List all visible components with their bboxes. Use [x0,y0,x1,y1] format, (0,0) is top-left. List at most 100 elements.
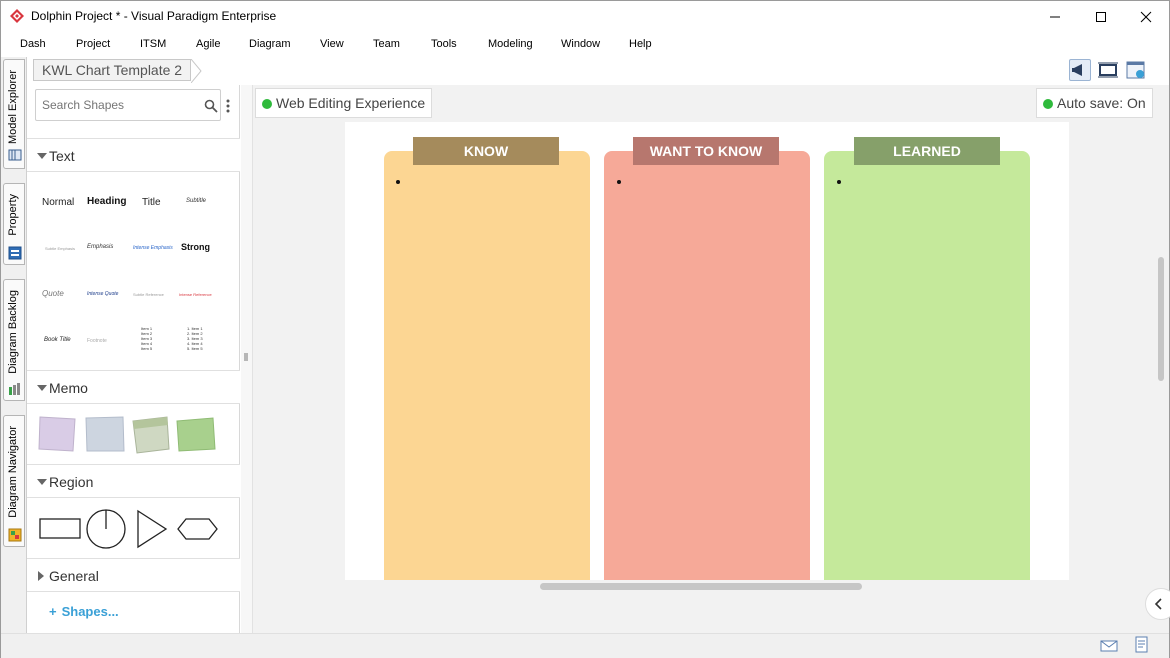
memo-shapes [38,416,216,454]
maximize-button[interactable] [1078,1,1124,32]
list-item: Item 5 [141,346,153,351]
region-circle-shape[interactable] [86,509,126,549]
more-shapes-link[interactable]: + Shapes... [49,604,119,619]
text-style-heading[interactable]: Heading [87,196,126,207]
text-style-subtitle[interactable]: Subtitle [186,198,206,204]
text-style-subtle-emphasis[interactable]: Subtle Emphasis [45,246,75,251]
vertical-scrollbar-thumb[interactable] [1158,257,1164,381]
text-style-intense-reference[interactable]: Intense Reference [179,292,212,297]
region-triangle-shape[interactable] [137,509,168,549]
region-rectangle-shape[interactable] [39,518,81,539]
text-style-intense-emphasis[interactable]: Intense Emphasis [133,245,173,251]
kwl-learned-bullet[interactable] [837,180,841,184]
tab-property[interactable]: Property [3,183,25,265]
tab-model-explorer[interactable]: Model Explorer [3,59,25,169]
kwl-learned-header[interactable]: LEARNED [854,137,1000,165]
menu-team[interactable]: Team [373,38,400,50]
menu-modeling[interactable]: Modeling [488,38,533,50]
kwl-want-column[interactable] [604,151,810,581]
maximize-icon [1096,11,1106,22]
property-icon [8,246,22,260]
mail-icon[interactable] [1100,639,1118,653]
tab-diagram-backlog[interactable]: Diagram Backlog [3,279,25,401]
list-item: 5. Item 5 [187,346,203,351]
chevron-left-icon [1154,598,1162,610]
plus-icon: + [49,604,57,619]
collapse-panel-button[interactable] [1145,588,1170,620]
kwl-want-bullet[interactable] [617,180,621,184]
kwl-know-bullet[interactable] [396,180,400,184]
breadcrumb[interactable]: KWL Chart Template 2 [33,59,192,81]
section-general-header[interactable]: General [27,558,240,592]
title-bar: Dolphin Project * - Visual Paradigm Ente… [1,1,1169,32]
horizontal-scrollbar-thumb[interactable] [540,583,862,590]
collapse-caret-icon [37,385,47,391]
panel-splitter[interactable] [241,85,253,633]
menu-diagram[interactable]: Diagram [249,38,291,50]
fit-diagram-button[interactable] [1097,59,1119,81]
kwl-want-header[interactable]: WANT TO KNOW [633,137,779,165]
numbered-list-shape[interactable]: 1. Item 1 2. Item 2 3. Item 3 4. Item 4 … [187,326,203,351]
menu-dash[interactable]: Dash [20,38,46,50]
menu-agile[interactable]: Agile [196,38,220,50]
section-text-header[interactable]: Text [27,138,240,172]
memo-blue-shape[interactable] [85,416,125,452]
section-region-header[interactable]: Region [27,464,240,498]
autosave-badge[interactable]: Auto save: On [1036,88,1153,118]
menu-itsm[interactable]: ITSM [140,38,166,50]
text-style-book-title[interactable]: Book Title [44,337,71,343]
status-bar [1,633,1169,658]
diagram-backlog-icon [9,383,20,395]
more-options-icon[interactable] [226,98,230,114]
tab-diagram-navigator[interactable]: Diagram Navigator [3,415,25,547]
menu-bar: Dash Project ITSM Agile Diagram View Tea… [1,32,1169,57]
memo-purple-shape[interactable] [38,416,76,452]
section-region-label: Region [49,474,94,490]
search-icon [204,99,218,113]
autosave-label: Auto save: On [1057,95,1146,111]
search-shapes-input[interactable] [42,98,192,112]
section-general-label: General [49,568,99,584]
kwl-know-column[interactable] [384,151,590,581]
text-style-intense-quote[interactable]: Intense Quote [87,291,118,297]
kwl-know-header[interactable]: KNOW [413,137,559,165]
kwl-learned-column[interactable] [824,151,1030,581]
close-icon [1140,11,1152,22]
text-style-subtle-reference[interactable]: Subtle Reference [133,292,164,297]
splitter-grip-icon [244,353,248,361]
text-style-title[interactable]: Title [142,197,161,208]
tab-diagram-backlog-label: Diagram Backlog [7,290,19,374]
menu-tools[interactable]: Tools [431,38,457,50]
bullet-list-shape[interactable]: Item 1 Item 2 Item 3 Item 4 Item 5 [141,326,152,351]
expand-caret-icon [38,571,44,581]
section-memo-header[interactable]: Memo [27,370,240,404]
search-shapes-box[interactable] [35,89,221,121]
text-style-quote[interactable]: Quote [42,289,64,298]
megaphone-icon [1072,64,1082,76]
text-style-footnote[interactable]: Footnote [87,338,107,344]
text-style-emphasis[interactable]: Emphasis [87,244,113,250]
application-window: Dolphin Project * - Visual Paradigm Ente… [0,0,1170,658]
close-button[interactable] [1123,1,1169,32]
menu-view[interactable]: View [320,38,344,50]
minimize-button[interactable] [1032,1,1078,32]
text-style-normal[interactable]: Normal [42,197,74,208]
notes-icon[interactable] [1134,636,1150,654]
diagram-overview-icon [1126,61,1145,79]
model-explorer-icon [8,149,22,161]
shapes-panel: Text Normal Heading Title Subtitle Subtl… [27,85,240,633]
menu-project[interactable]: Project [76,38,110,50]
section-text-label: Text [49,148,75,164]
web-editing-badge[interactable]: Web Editing Experience [255,88,433,118]
collapse-caret-icon [37,153,47,159]
region-hexagon-shape[interactable] [177,518,218,540]
announcement-button[interactable] [1069,59,1091,81]
menu-help[interactable]: Help [629,38,652,50]
more-shapes-label: Shapes... [61,604,119,619]
menu-window[interactable]: Window [561,38,600,50]
tab-model-explorer-label: Model Explorer [7,70,19,144]
memo-green-note-shape[interactable] [132,416,170,454]
diagram-overview-button[interactable] [1125,59,1147,81]
text-style-strong[interactable]: Strong [181,242,210,252]
memo-green-shape[interactable] [176,417,216,452]
